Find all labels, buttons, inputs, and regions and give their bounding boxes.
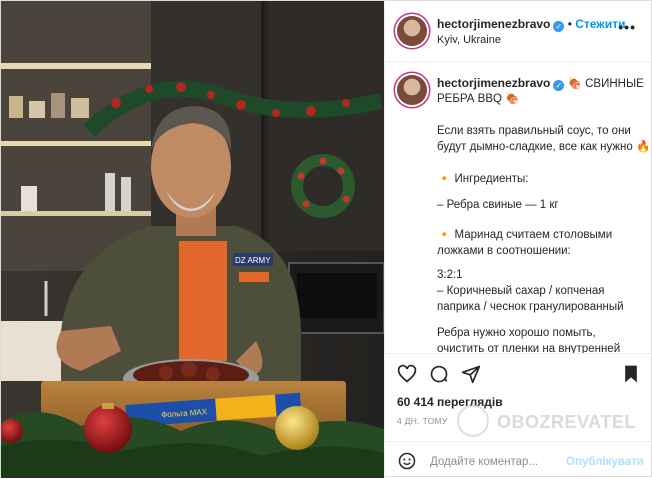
cooking-scene-image: Фольга MAX DZ ARMY (1, 1, 384, 478)
caption-line: Если взять правильный соус, то они (437, 125, 631, 137)
caption-first-line: hectorjimenezbravo ✓ 🍖 СВИННЫЕ (437, 75, 644, 92)
watermark-logo-icon (457, 405, 489, 437)
header-user-row: hectorjimenezbravo ✓ • Стежити (437, 17, 626, 32)
action-bar (385, 353, 652, 394)
caption-line: Ребра нужно хорошо помыть, (437, 327, 596, 339)
comment-icon[interactable] (429, 364, 449, 384)
caption-line: очистить от пленки на внутренней (437, 343, 621, 353)
add-comment-bar: Додайте коментар... Опублікувати (385, 441, 652, 479)
post-photo[interactable]: Фольга MAX DZ ARMY (1, 1, 384, 478)
time-ago[interactable]: 4 ДН. ТОМУ (397, 416, 448, 426)
share-icon[interactable] (461, 364, 481, 384)
caption-line: 3:2:1 (437, 269, 463, 281)
verified-icon: ✓ (553, 80, 565, 91)
watermark-text: OBOZREVATEL (497, 412, 636, 432)
caption-title-1: 🍖 СВИННЫЕ (567, 78, 644, 90)
watermark: OBOZREVATEL (449, 403, 639, 439)
apron-label: DZ ARMY (235, 256, 271, 265)
caption-line: паприка / чеснок гранулированный (437, 301, 624, 313)
caption-line: 🔸 Ингредиенты: (437, 173, 529, 185)
publish-button[interactable]: Опублікувати (566, 456, 644, 468)
caption-username[interactable]: hectorjimenezbravo (437, 76, 550, 90)
avatar[interactable] (397, 16, 427, 46)
caption-title-2: РЕБРА BBQ 🍖 (437, 93, 520, 105)
heart-icon[interactable] (397, 364, 417, 384)
caption-avatar[interactable] (397, 75, 427, 105)
location-link[interactable]: Kyiv, Ukraine (437, 34, 501, 46)
ellipsis-icon[interactable]: ••• (618, 19, 636, 35)
caption-line: ложками в соотношении: (437, 245, 571, 257)
caption-line: будут дымно-сладкие, все как нужно 🔥 (437, 141, 651, 153)
caption-line: – Коричневый сахар / копченая (437, 285, 605, 297)
verified-icon: ✓ (553, 21, 565, 32)
post-header: hectorjimenezbravo ✓ • Стежити Kyiv, Ukra… (385, 1, 652, 62)
instagram-post: Фольга MAX DZ ARMY hectorjimenezbravo ✓ •… (0, 0, 652, 479)
caption-line: – Ребра свиные — 1 кг (437, 199, 559, 211)
username-link[interactable]: hectorjimenezbravo (437, 17, 550, 31)
comment-input[interactable]: Додайте коментар... (430, 456, 538, 468)
caption-area: hectorjimenezbravo ✓ 🍖 СВИННЫЕ РЕБРА BBQ … (385, 61, 652, 353)
bookmark-icon[interactable] (621, 364, 641, 384)
emoji-icon[interactable] (398, 452, 416, 470)
caption-line: 🔸 Маринад считаем столовыми (437, 229, 613, 241)
